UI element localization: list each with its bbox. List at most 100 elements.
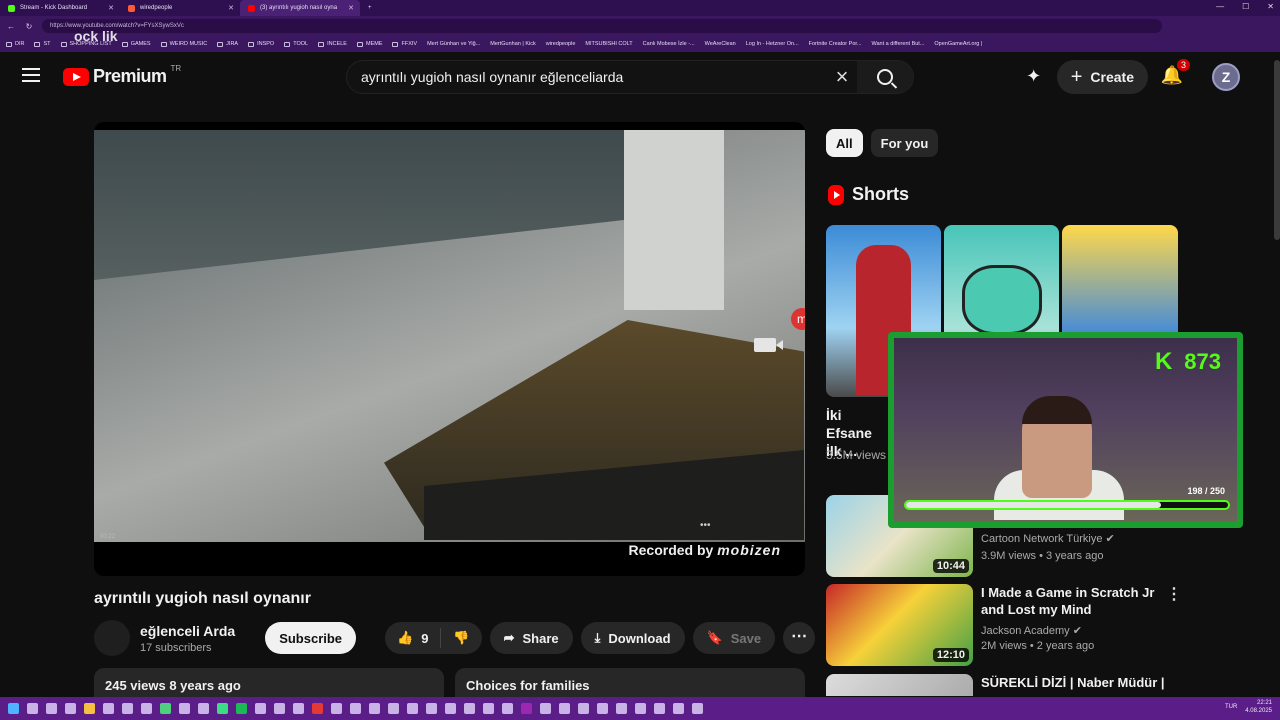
taskbar-app-icon[interactable]	[122, 703, 133, 714]
more-actions-button[interactable]: ⋯	[783, 622, 816, 654]
download-button[interactable]: ⤓ Download	[580, 622, 685, 654]
rec-title[interactable]: I Made a Game in Scratch Jr and Lost my …	[981, 584, 1161, 618]
more-vert-icon[interactable]: ⋮	[1166, 584, 1182, 604]
ai-sparkle-icon[interactable]: ✦	[1023, 66, 1045, 88]
url-input[interactable]: https://www.youtube.com/watch?v=FYsXSywS…	[42, 19, 1162, 33]
bookmark[interactable]: JIRA	[217, 41, 238, 47]
language-indicator[interactable]: TUR	[1225, 703, 1237, 711]
list-item[interactable]: SÜREKLİ DİZİ | Naber Müdür |	[826, 674, 1226, 696]
chip-for-you[interactable]: For you	[870, 129, 939, 157]
bookmark[interactable]: ST	[34, 41, 51, 47]
steam-icon[interactable]	[274, 703, 285, 714]
close-window-icon[interactable]: ✕	[1267, 2, 1274, 11]
bookmark[interactable]: Canlı Mobese İzle -...	[643, 41, 695, 47]
taskbar-app-icon[interactable]	[426, 703, 437, 714]
back-icon[interactable]: ←	[6, 22, 16, 31]
taskbar-app-icon[interactable]	[464, 703, 475, 714]
bookmark[interactable]: Log In - Hetzner On...	[746, 41, 799, 47]
taskbar-app-icon[interactable]	[483, 703, 494, 714]
spotify-icon[interactable]	[236, 703, 247, 714]
bookmark[interactable]: DIR	[6, 41, 24, 47]
tab-kick[interactable]: Stream - Kick Dashboard ✕	[0, 0, 120, 16]
chip-all[interactable]: All	[826, 129, 863, 157]
chrome-icon[interactable]	[160, 703, 171, 714]
taskbar-app-icon[interactable]	[407, 703, 418, 714]
rec-channel[interactable]: Cartoon Network Türkiye ✔	[981, 532, 1115, 545]
clear-search-icon[interactable]: ×	[827, 64, 857, 90]
notifications-button[interactable]: 🔔 3	[1160, 59, 1190, 89]
bookmark[interactable]: Fortnite Creator Por...	[809, 41, 862, 47]
taskbar-app-icon[interactable]	[597, 703, 608, 714]
video-player[interactable]: ••• m 00:22 Recorded by mobizen	[94, 122, 805, 576]
bookmark[interactable]: FFXIV	[392, 41, 417, 47]
search-button[interactable]	[857, 61, 913, 93]
bookmark[interactable]: Mert Günhan ve Yiğ...	[427, 41, 480, 47]
dislike-button[interactable]: 👎	[441, 622, 481, 654]
bookmark[interactable]: TOOL	[284, 41, 308, 47]
taskbar-app-icon[interactable]	[578, 703, 589, 714]
bookmark[interactable]: WEIRD MUSIC	[160, 41, 207, 47]
taskbar-app-icon[interactable]	[654, 703, 665, 714]
avatar[interactable]: Z	[1212, 63, 1240, 91]
taskbar-app-icon[interactable]	[65, 703, 76, 714]
list-item[interactable]: 12:10 I Made a Game in Scratch Jr and Lo…	[826, 584, 1226, 666]
tab-wiredpeople[interactable]: wiredpeople ✕	[120, 0, 240, 16]
new-tab-button[interactable]: +	[360, 0, 380, 16]
channel-name[interactable]: eğlenceli Arda	[140, 623, 235, 639]
clock[interactable]: 22:21 4.08.2025	[1245, 699, 1272, 715]
taskbar-app-icon[interactable]	[559, 703, 570, 714]
rec-title[interactable]: SÜREKLİ DİZİ | Naber Müdür |	[981, 674, 1201, 691]
rec-channel[interactable]: Jackson Academy ✔	[981, 624, 1082, 637]
subscribe-button[interactable]: Subscribe	[265, 622, 357, 654]
bookmark[interactable]: MertGunhan | Kick	[490, 41, 535, 47]
taskbar-app-icon[interactable]	[673, 703, 684, 714]
taskbar-app-icon[interactable]	[103, 703, 114, 714]
taskbar-app-icon[interactable]	[616, 703, 627, 714]
xbox-icon[interactable]	[217, 703, 228, 714]
menu-icon[interactable]	[22, 68, 40, 82]
taskbar-app-icon[interactable]	[27, 703, 38, 714]
taskbar-app-icon[interactable]	[255, 703, 266, 714]
start-icon[interactable]	[8, 703, 19, 714]
obs-icon[interactable]	[331, 703, 342, 714]
taskbar-app-icon[interactable]	[502, 703, 513, 714]
taskbar-app-icon[interactable]	[369, 703, 380, 714]
tab-youtube[interactable]: (3) ayrıntılı yugioh nasıl oyna ✕	[240, 0, 360, 16]
bookmark[interactable]: INSPO	[248, 41, 274, 47]
taskbar-app-icon[interactable]	[198, 703, 209, 714]
save-button[interactable]: 🔖 Save	[692, 622, 776, 654]
taskbar-app-icon[interactable]	[635, 703, 646, 714]
taskbar-app-icon[interactable]	[445, 703, 456, 714]
video-thumbnail[interactable]	[826, 674, 973, 696]
page-scrollbar[interactable]	[1274, 60, 1280, 240]
create-button[interactable]: + Create	[1056, 60, 1148, 94]
taskbar-app-icon[interactable]	[350, 703, 361, 714]
search-input[interactable]: ayrıntılı yugioh nasıl oynanır eğlenceli…	[347, 69, 827, 85]
bookmark[interactable]: MITSUBISHI COLT	[585, 41, 632, 47]
close-icon[interactable]: ✕	[348, 4, 354, 12]
bookmark[interactable]: OpenGameArt.org |	[934, 41, 982, 47]
bookmark[interactable]: MEME	[356, 41, 382, 47]
taskbar-app-icon[interactable]	[540, 703, 551, 714]
reload-icon[interactable]: ↻	[24, 22, 34, 31]
bookmark[interactable]: GAMES	[121, 41, 151, 47]
taskbar-app-icon[interactable]	[692, 703, 703, 714]
taskbar-app-icon[interactable]	[521, 703, 532, 714]
channel-avatar[interactable]	[94, 620, 130, 656]
taskbar-app-icon[interactable]	[141, 703, 152, 714]
close-icon[interactable]: ✕	[108, 4, 114, 12]
bookmark[interactable]: wiredpeople	[546, 41, 576, 47]
taskbar-app-icon[interactable]	[388, 703, 399, 714]
minimize-icon[interactable]: —	[1216, 2, 1224, 11]
taskbar-app-icon[interactable]	[312, 703, 323, 714]
taskbar-app-icon[interactable]	[46, 703, 57, 714]
share-button[interactable]: ➦ Share	[489, 622, 573, 654]
youtube-logo[interactable]: Premium TR	[63, 64, 181, 87]
folder-icon[interactable]	[84, 703, 95, 714]
maximize-icon[interactable]: ☐	[1242, 2, 1249, 11]
taskbar-app-icon[interactable]	[179, 703, 190, 714]
like-button[interactable]: 👍 9	[385, 622, 440, 654]
taskbar-app-icon[interactable]	[293, 703, 304, 714]
bookmark[interactable]: INCELE	[318, 41, 347, 47]
close-icon[interactable]: ✕	[228, 4, 234, 12]
